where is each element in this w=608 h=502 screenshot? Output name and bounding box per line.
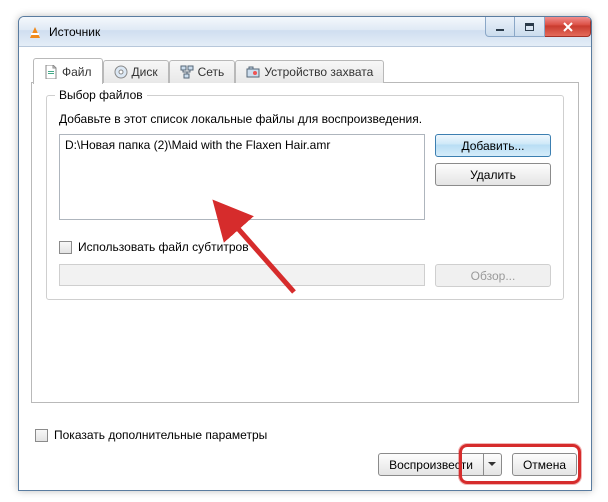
subtitles-label: Использовать файл субтитров (78, 240, 249, 254)
maximize-button[interactable] (515, 17, 545, 37)
help-text: Добавьте в этот список локальные файлы д… (59, 112, 551, 126)
tab-panel-file: Выбор файлов Добавьте в этот список лока… (31, 83, 579, 403)
tab-label: Файл (62, 65, 92, 79)
tab-strip: Файл Диск Сеть Устройство захвата (31, 57, 579, 83)
more-options-row: Показать дополнительные параметры (35, 428, 267, 442)
play-button[interactable]: Воспроизвести (378, 453, 484, 476)
subtitles-checkbox[interactable] (59, 241, 72, 254)
group-title: Выбор файлов (55, 88, 147, 102)
window-title: Источник (49, 25, 100, 39)
play-dropdown-button[interactable] (484, 453, 502, 476)
more-options-label: Показать дополнительные параметры (54, 428, 267, 442)
dialog-window: Источник Файл (18, 16, 592, 491)
add-button[interactable]: Добавить... (435, 134, 551, 157)
close-button[interactable] (545, 17, 591, 37)
tab-network[interactable]: Сеть (169, 60, 236, 83)
vlc-cone-icon (27, 24, 43, 40)
network-icon (180, 65, 194, 79)
browse-button: Обзор... (435, 264, 551, 287)
client-area: Файл Диск Сеть Устройство захвата (19, 47, 591, 490)
subtitles-path-input (59, 264, 425, 286)
titlebar[interactable]: Источник (19, 17, 591, 47)
chevron-down-icon (488, 462, 496, 467)
dialog-buttons: Воспроизвести Отмена (378, 453, 577, 476)
cancel-button[interactable]: Отмена (512, 453, 577, 476)
tab-disc[interactable]: Диск (103, 60, 169, 83)
more-options-checkbox[interactable] (35, 429, 48, 442)
file-icon (44, 65, 58, 79)
file-list[interactable]: D:\Новая папка (2)\Maid with the Flaxen … (59, 134, 425, 220)
tab-label: Устройство захвата (264, 65, 373, 79)
tab-capture[interactable]: Устройство захвата (235, 60, 384, 83)
file-selection-group: Выбор файлов Добавьте в этот список лока… (46, 95, 564, 300)
minimize-button[interactable] (485, 17, 515, 37)
tab-label: Сеть (198, 65, 225, 79)
tab-label: Диск (132, 65, 158, 79)
disc-icon (114, 65, 128, 79)
tab-file[interactable]: Файл (33, 58, 103, 84)
remove-button[interactable]: Удалить (435, 163, 551, 186)
list-item[interactable]: D:\Новая папка (2)\Maid with the Flaxen … (65, 138, 419, 152)
capture-icon (246, 65, 260, 79)
play-split-button: Воспроизвести (378, 453, 502, 476)
